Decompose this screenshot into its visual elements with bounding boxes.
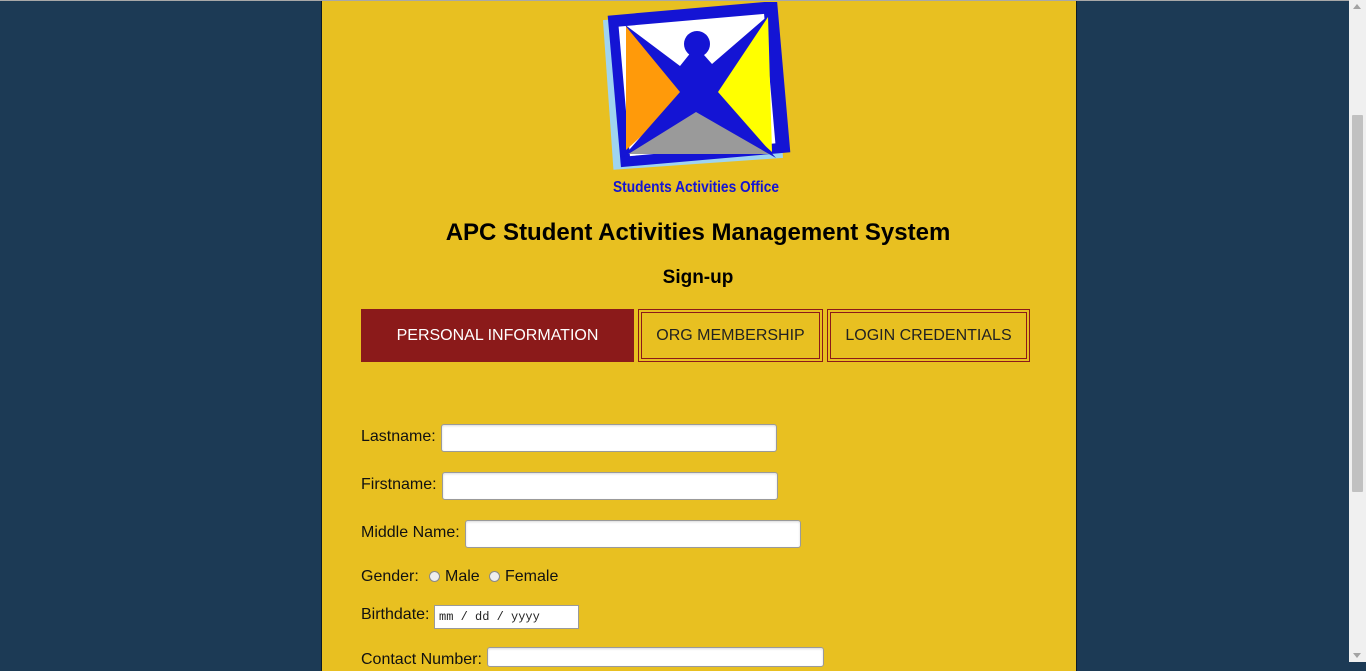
contact-number-label: Contact Number: <box>361 651 482 668</box>
lastname-label: Lastname: <box>361 428 436 445</box>
birthdate-input[interactable]: mm / dd / yyyy <box>434 605 579 629</box>
scrollbar-thumb[interactable] <box>1352 115 1363 492</box>
lastname-input[interactable] <box>441 424 777 452</box>
firstname-label: Firstname: <box>361 476 437 493</box>
tab-personal-information[interactable]: PERSONAL INFORMATION <box>361 309 634 362</box>
middlename-input[interactable] <box>465 520 801 548</box>
firstname-input[interactable] <box>442 472 778 500</box>
contact-number-input[interactable] <box>487 647 824 667</box>
vertical-scrollbar[interactable] <box>1349 0 1366 662</box>
gender-label: Gender: <box>361 568 419 585</box>
middlename-label: Middle Name: <box>361 524 460 541</box>
tab-login-credentials[interactable]: LOGIN CREDENTIALS <box>827 309 1030 362</box>
logo-text: Students Activities Office <box>613 179 779 196</box>
scroll-up-icon[interactable] <box>1353 4 1361 9</box>
gender-female-radio[interactable] <box>489 571 500 582</box>
tab-org-membership[interactable]: ORG MEMBERSHIP <box>638 309 823 362</box>
gender-male-label: Male <box>445 568 480 585</box>
gender-female-label: Female <box>505 568 559 585</box>
page-subtitle: Sign-up <box>662 267 734 288</box>
birthdate-label: Birthdate: <box>361 606 430 623</box>
page-title: APC Student Activities Management System <box>445 219 951 246</box>
scroll-down-icon[interactable] <box>1353 653 1361 658</box>
gender-male-radio[interactable] <box>429 571 440 582</box>
students-activities-office-logo: Students Activities Office <box>602 2 791 196</box>
